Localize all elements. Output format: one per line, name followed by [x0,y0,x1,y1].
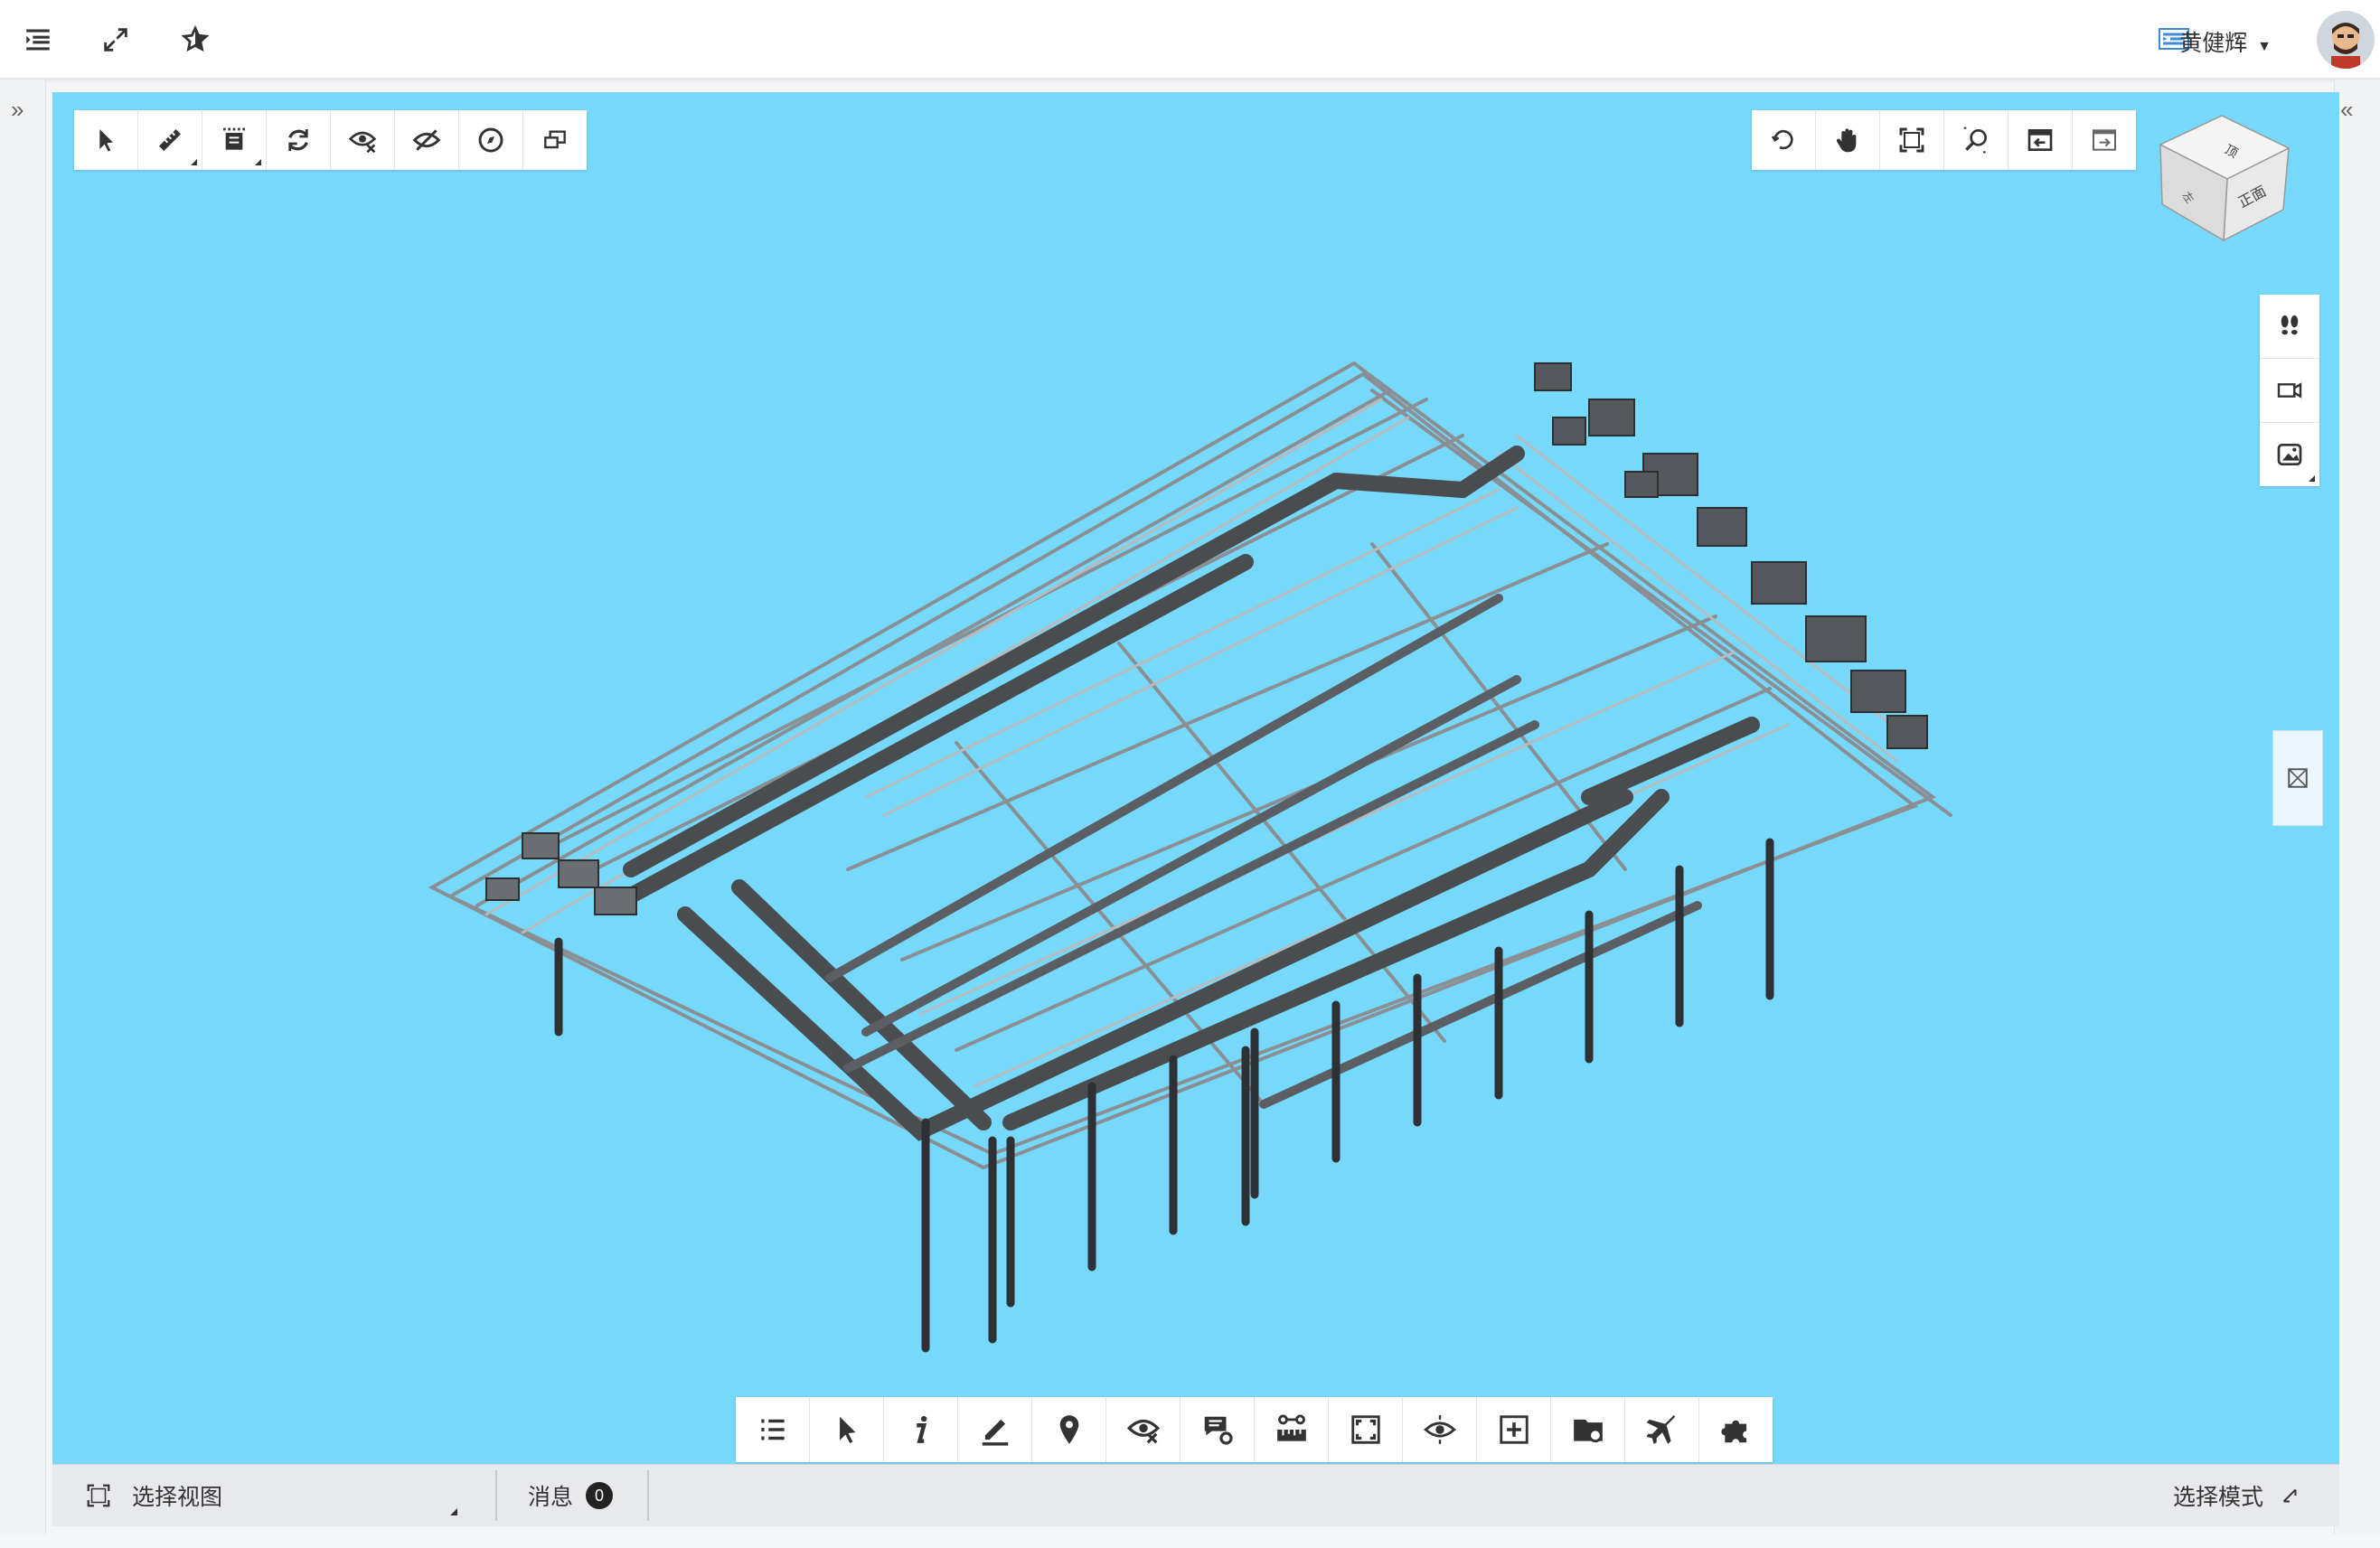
divider [647,1470,649,1521]
ruler-measure-icon[interactable] [1255,1397,1329,1462]
list-icon[interactable] [736,1397,810,1462]
select-arrow-icon[interactable] [810,1397,884,1462]
menu-toggle-icon[interactable] [18,20,58,60]
view-eye-icon[interactable] [1403,1397,1477,1462]
messages-label: 消息 [528,1485,574,1510]
fullscreen-icon[interactable] [96,20,136,60]
add-section-icon[interactable] [1477,1397,1551,1462]
measure-ruler-icon[interactable] [138,110,202,170]
select-view-dropdown[interactable]: 选择视图 [85,1465,222,1526]
expand-left-panel-icon[interactable]: » [11,96,34,123]
favorite-star-icon[interactable] [175,20,215,60]
user-name: 黄健辉 [2179,31,2248,56]
cursor-mode-icon [2282,1488,2297,1503]
view-left-icon[interactable] [2008,110,2073,170]
right-panel-rail: « [2334,80,2380,1534]
location-pin-icon[interactable] [1032,1397,1106,1462]
message-count-badge: 0 [586,1482,614,1509]
hide-icon[interactable] [1106,1397,1181,1462]
expand-right-panel-icon[interactable]: « [2340,96,2364,123]
bottom-toolbar [736,1397,1773,1462]
pan-hand-icon[interactable] [1816,110,1880,170]
airplane-icon[interactable] [1625,1397,1699,1462]
puzzle-icon[interactable] [1699,1397,1773,1462]
zoom-window-icon[interactable] [1944,110,2008,170]
fit-view-icon[interactable] [1880,110,1944,170]
close-panel-icon[interactable] [2272,730,2323,826]
camera-icon[interactable] [2260,359,2319,423]
divider [495,1470,497,1521]
user-menu[interactable]: 黄健辉 ▼ [2179,25,2272,58]
fit-view-icon [87,1484,110,1507]
left-panel-rail: » [0,80,46,1534]
top-left-toolbar [74,110,587,170]
3d-viewport[interactable]: 顶 正面 左 [52,92,2339,1464]
screenshot-icon[interactable] [2260,423,2319,486]
compass-icon[interactable] [459,110,523,170]
section-box-icon[interactable] [202,110,267,170]
selection-mode-label: 选择模式 [2173,1485,2264,1510]
folder-settings-icon[interactable] [1551,1397,1625,1462]
selection-mode-button[interactable]: 选择模式 [2173,1465,2301,1526]
walk-footprints-icon[interactable] [2260,295,2319,359]
orbit-icon[interactable] [1752,110,1816,170]
window-icon[interactable] [523,110,587,170]
view-right-icon[interactable] [2073,110,2136,170]
avatar[interactable] [2317,11,2375,69]
bim-pipe-model[interactable] [52,92,2339,1464]
status-bar: 选择视图 消息 0 选择模式 [52,1464,2339,1526]
info-icon[interactable] [884,1397,958,1462]
isolate-icon[interactable] [395,110,459,170]
view-cube[interactable]: 顶 正面 左 [2151,108,2305,262]
select-view-label: 选择视图 [132,1485,223,1510]
settings-chat-icon[interactable] [1181,1397,1255,1462]
right-tool-panel [2260,295,2319,486]
dropdown-corner-icon [450,1508,457,1515]
top-right-toolbar [1752,110,2136,170]
top-bar: 黄健辉 ▼ [0,0,2380,80]
rotate-icon[interactable] [267,110,331,170]
messages-button[interactable]: 消息 0 [528,1465,614,1526]
fit-view-icon[interactable] [1329,1397,1403,1462]
hide-icon[interactable] [331,110,395,170]
markup-pen-icon[interactable] [958,1397,1032,1462]
select-arrow-icon[interactable] [74,110,138,170]
chevron-down-icon: ▼ [2257,39,2272,54]
